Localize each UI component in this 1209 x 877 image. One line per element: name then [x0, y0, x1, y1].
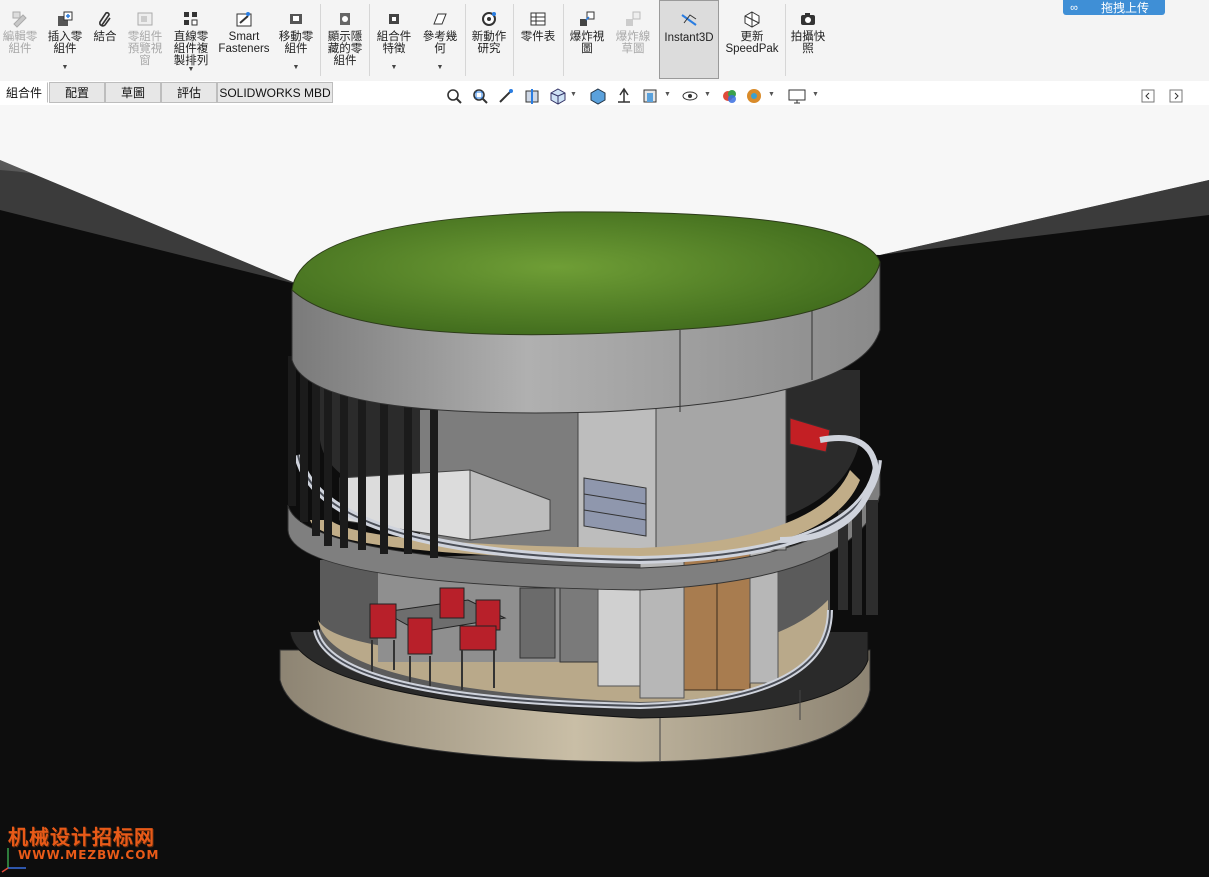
- tab-sketch[interactable]: 草圖: [105, 82, 161, 103]
- take-snapshot-button[interactable]: 拍攝快 照: [787, 0, 829, 80]
- reference-geometry-icon: [431, 10, 449, 28]
- smart-fasteners-button[interactable]: Smart Fasteners: [216, 0, 272, 80]
- component-preview-icon: [136, 10, 154, 28]
- explode-line-sketch-button[interactable]: 爆炸線 草圖: [611, 0, 655, 80]
- insert-component-icon: [56, 10, 74, 28]
- zoom-to-fit-icon[interactable]: [444, 86, 464, 106]
- view-orientation-icon[interactable]: [548, 86, 568, 106]
- move-component-icon: [287, 10, 305, 28]
- ribbon-separator: [785, 4, 786, 76]
- watermark-logo: 机械设计招标网 WWW.MEZBW.COM: [8, 825, 160, 862]
- ribbon-separator: [320, 4, 321, 76]
- model-view: [0, 105, 1209, 877]
- section-view-icon[interactable]: [522, 86, 542, 106]
- zoom-area-icon[interactable]: [470, 86, 490, 106]
- ribbon-separator: [513, 4, 514, 76]
- linear-pattern-button[interactable]: 直線零 組件複 製排列 ▼: [168, 0, 214, 80]
- tab-evaluate[interactable]: 評估: [161, 82, 217, 103]
- graphics-area[interactable]: [0, 105, 1209, 877]
- hide-show-items-icon[interactable]: [614, 86, 634, 106]
- assembly-features-button[interactable]: 組合件 特徵 ▼: [372, 0, 416, 80]
- motion-study-icon: [480, 10, 498, 28]
- chevron-down-icon[interactable]: ▼: [293, 62, 300, 74]
- chevron-down-icon[interactable]: ▼: [437, 62, 444, 74]
- chevron-down-icon[interactable]: ▼: [812, 91, 819, 98]
- monitor-icon[interactable]: [786, 86, 808, 106]
- cloud-icon: ∞: [1070, 1, 1078, 14]
- edit-component-button[interactable]: 編輯零 組件: [0, 0, 40, 80]
- apply-scene-icon[interactable]: [744, 86, 764, 106]
- exploded-view-button[interactable]: 爆炸視 圖: [566, 0, 608, 80]
- ribbon-separator: [563, 4, 564, 76]
- show-hidden-icon: [336, 10, 354, 28]
- show-hidden-components-button[interactable]: 顯示隱 藏的零 組件: [323, 0, 367, 80]
- instant3d-button[interactable]: Instant3D: [659, 0, 719, 79]
- assembly-features-icon: [385, 10, 403, 28]
- mate-button[interactable]: 結合: [89, 0, 121, 80]
- tab-solidworks-mbd[interactable]: SOLIDWORKS MBD: [217, 82, 333, 103]
- reference-geometry-button[interactable]: 參考幾 何 ▼: [418, 0, 462, 80]
- drag-upload-button[interactable]: ∞ 拖拽上传: [1063, 0, 1165, 15]
- ribbon-separator: [465, 4, 466, 76]
- chevron-down-icon[interactable]: ▼: [188, 64, 195, 76]
- bom-button[interactable]: 零件表: [516, 0, 560, 80]
- component-preview-button[interactable]: 零組件 預覽視 窗: [124, 0, 166, 80]
- instant3d-icon: [680, 11, 698, 29]
- move-component-button[interactable]: 移動零 組件 ▼: [274, 0, 318, 80]
- edit-appearance-icon[interactable]: [720, 86, 740, 106]
- speedpak-icon: [743, 10, 761, 28]
- mate-paperclip-icon: [96, 10, 114, 28]
- ribbon-separator: [369, 4, 370, 76]
- collapse-left-icon[interactable]: [1140, 86, 1156, 106]
- chevron-down-icon[interactable]: ▼: [391, 62, 398, 74]
- display-style-icon[interactable]: [588, 86, 608, 106]
- chevron-down-icon[interactable]: ▼: [570, 91, 577, 98]
- chevron-down-icon[interactable]: ▼: [664, 91, 671, 98]
- smart-fasteners-icon: [235, 10, 253, 28]
- hide-show-eye-icon[interactable]: [680, 86, 700, 106]
- tab-assembly[interactable]: 組合件: [0, 82, 48, 103]
- chevron-down-icon[interactable]: ▼: [704, 91, 711, 98]
- chevron-down-icon[interactable]: ▼: [768, 91, 775, 98]
- explode-line-sketch-icon: [624, 10, 642, 28]
- update-speedpak-button[interactable]: 更新 SpeedPak: [722, 0, 782, 80]
- previous-view-icon[interactable]: [496, 86, 516, 106]
- new-motion-study-button[interactable]: 新動作 研究: [467, 0, 511, 80]
- section-cube-icon[interactable]: [640, 86, 660, 106]
- tab-layout[interactable]: 配置: [49, 82, 105, 103]
- exploded-view-icon: [578, 10, 596, 28]
- collapse-right-icon[interactable]: [1168, 86, 1184, 106]
- linear-pattern-icon: [182, 10, 200, 28]
- edit-component-icon: [11, 10, 29, 28]
- camera-icon: [799, 10, 817, 28]
- insert-component-button[interactable]: 插入零 組件 ▼: [44, 0, 86, 80]
- command-manager-ribbon: 編輯零 組件 插入零 組件 ▼ 結合 零組件 預覽視 窗 直線零 組件複 製排列…: [0, 0, 1209, 82]
- chevron-down-icon[interactable]: ▼: [62, 62, 69, 74]
- bom-icon: [529, 10, 547, 28]
